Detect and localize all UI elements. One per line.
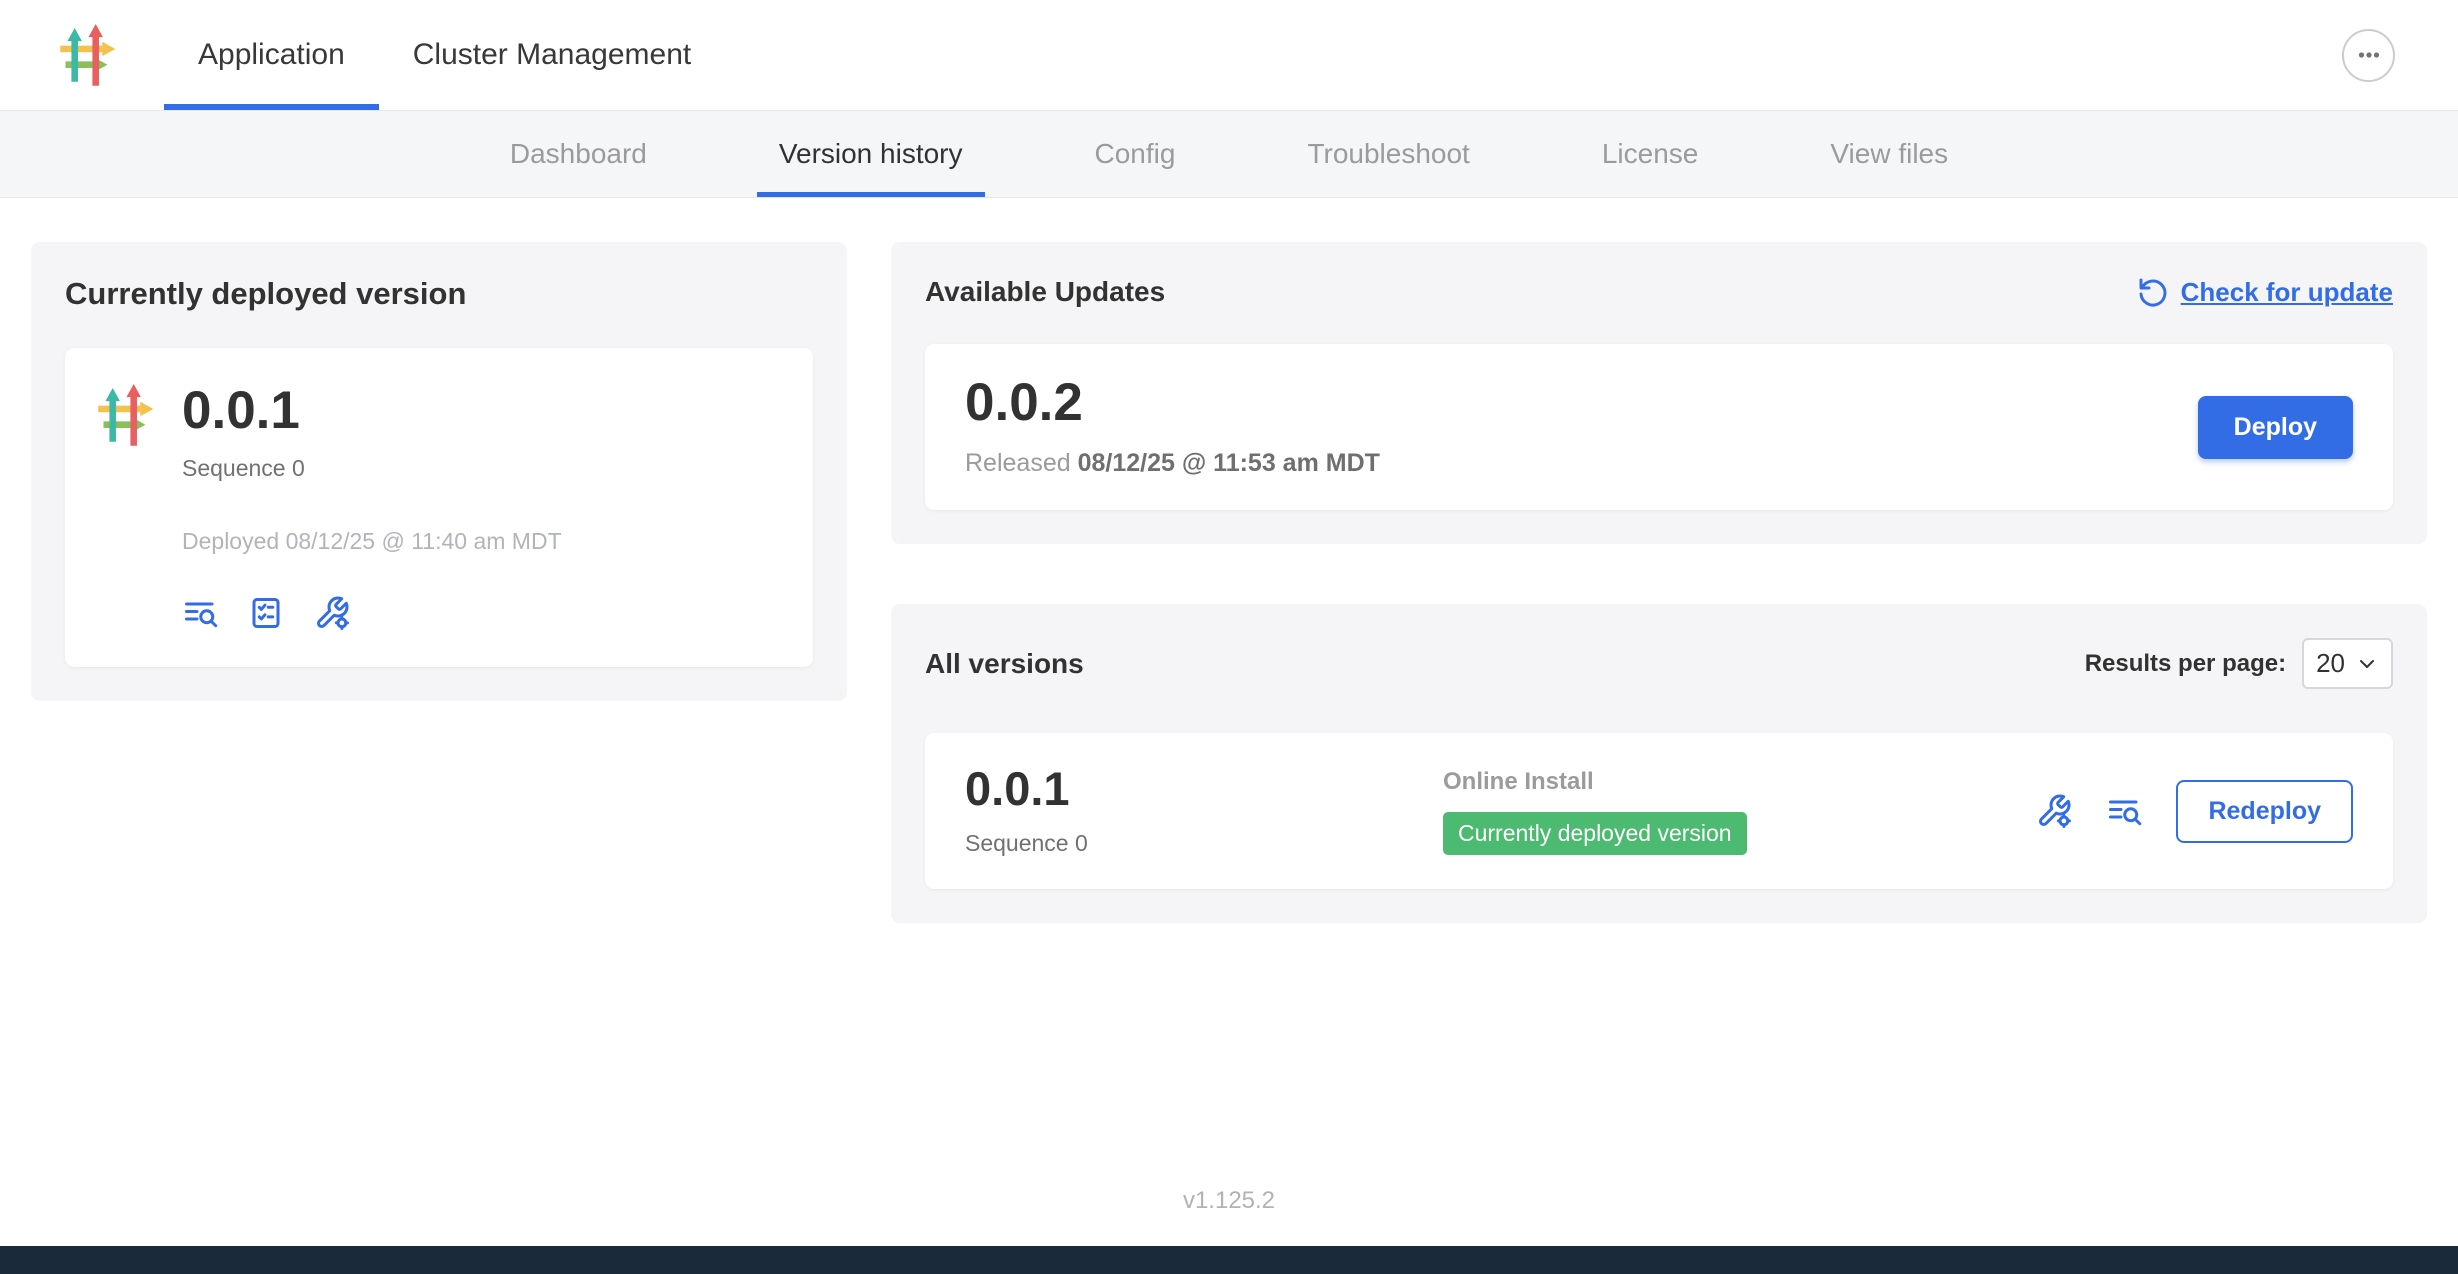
app-logo-icon [55,24,118,87]
subnav-dashboard[interactable]: Dashboard [488,111,669,197]
row-sequence: Sequence 0 [965,830,1443,857]
all-versions-header: All versions Results per page: 20 [925,638,2393,689]
main-content: Currently deployed version 0.0.1 [0,198,2458,1156]
preflight-checks-button[interactable] [248,595,284,631]
results-per-page-label: Results per page: [2085,650,2286,678]
update-version-number: 0.0.2 [965,376,1380,429]
bottom-bar [0,1246,2458,1274]
view-logs-button[interactable] [182,595,218,631]
more-options-button[interactable] [2342,29,2395,82]
chevron-down-icon [2355,652,2379,676]
deployed-version-number: 0.0.1 [182,384,562,437]
row-version-number: 0.0.1 [965,765,1443,812]
deployed-version-details: 0.0.1 Sequence 0 Deployed 08/12/25 @ 11:… [182,384,562,631]
edit-config-button[interactable] [314,595,350,631]
console-version: v1.125.2 [1183,1187,1275,1215]
update-details: 0.0.2 Released 08/12/25 @ 11:53 am MDT [965,376,1380,478]
subnav-config[interactable]: Config [1073,111,1198,197]
deployed-column: Currently deployed version 0.0.1 [31,242,847,701]
wrench-gear-icon [2036,793,2072,829]
currently-deployed-badge: Currently deployed version [1443,812,1747,855]
top-tabs: Application Cluster Management [164,0,725,110]
deployed-actions [182,595,562,631]
deployed-version-panel: 0.0.1 Sequence 0 Deployed 08/12/25 @ 11:… [65,348,813,667]
console-version-footer: v1.125.2 [0,1156,2458,1246]
results-per-page: Results per page: 20 [2085,638,2393,689]
deployed-timestamp: Deployed 08/12/25 @ 11:40 am MDT [182,528,562,555]
results-per-page-value: 20 [2316,648,2345,679]
currently-deployed-card: Currently deployed version 0.0.1 [31,242,847,701]
deploy-button[interactable]: Deploy [2198,396,2353,459]
deployed-card-title: Currently deployed version [65,276,813,312]
update-row: 0.0.2 Released 08/12/25 @ 11:53 am MDT D… [925,344,2393,510]
available-updates-header: Available Updates Check for update [925,276,2393,308]
update-released-line: Released 08/12/25 @ 11:53 am MDT [965,449,1380,478]
deployed-sequence: Sequence 0 [182,455,562,482]
all-versions-title: All versions [925,648,1084,680]
version-row: 0.0.1 Sequence 0 Online Install Currentl… [925,733,2393,889]
app-logo [55,0,118,110]
app-logo-icon [93,384,156,447]
available-updates-card: Available Updates Check for update 0.0.2… [891,242,2427,544]
subnav-view-files[interactable]: View files [1808,111,1970,197]
check-for-update-link[interactable]: Check for update [2137,276,2393,308]
app-sub-nav: Dashboard Version history Config Trouble… [0,111,2458,198]
subnav-troubleshoot[interactable]: Troubleshoot [1285,111,1491,197]
row-edit-config-button[interactable] [2036,793,2072,829]
all-versions-card: All versions Results per page: 20 0.0 [891,604,2427,923]
redeploy-button[interactable]: Redeploy [2176,780,2353,843]
version-row-actions: Redeploy [2036,780,2353,843]
version-row-details: 0.0.1 Sequence 0 [965,765,1443,857]
released-label: Released [965,449,1071,477]
updates-column: Available Updates Check for update 0.0.2… [891,242,2427,923]
top-nav: Application Cluster Management [0,0,2458,111]
logs-icon [182,595,218,631]
checklist-icon [248,595,284,631]
subnav-version-history[interactable]: Version history [757,111,985,197]
tab-application[interactable]: Application [164,0,379,110]
wrench-gear-icon [314,595,350,631]
version-row-status: Online Install Currently deployed versio… [1443,768,1747,855]
subnav-license[interactable]: License [1580,111,1721,197]
ellipsis-icon [2354,40,2384,70]
install-type-label: Online Install [1443,768,1747,796]
tab-cluster-management[interactable]: Cluster Management [379,0,725,110]
available-updates-title: Available Updates [925,276,1165,308]
results-per-page-select[interactable]: 20 [2302,638,2393,689]
check-for-update-label: Check for update [2181,277,2393,308]
released-timestamp: 08/12/25 @ 11:53 am MDT [1078,449,1380,477]
app-page: Application Cluster Management Dashboard… [0,0,2458,1274]
row-view-logs-button[interactable] [2106,793,2142,829]
logs-icon [2106,793,2142,829]
refresh-icon [2137,276,2169,308]
